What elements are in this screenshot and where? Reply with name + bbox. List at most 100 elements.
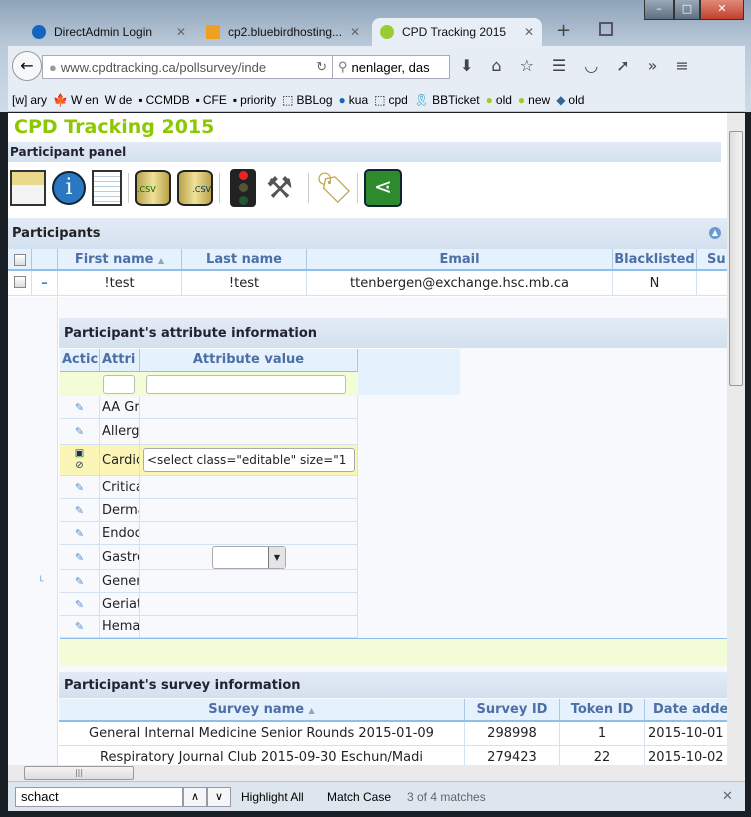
column-blacklisted[interactable]: Blacklisted — [613, 249, 697, 269]
attribute-value-editor[interactable]: <select class="editable" size="1 — [143, 448, 355, 472]
bookmark-star-icon[interactable]: ☆ — [520, 56, 552, 75]
bookmark[interactable]: W de — [105, 93, 133, 107]
attribute-row[interactable]: ✎ Geriat — [60, 593, 358, 616]
maximize-button[interactable]: □ — [674, 0, 700, 20]
overflow-icon[interactable]: » — [648, 56, 676, 75]
find-previous-button[interactable]: ∧ — [183, 787, 207, 807]
close-window-button[interactable]: ✕ — [700, 0, 744, 20]
attribute-select[interactable]: ▼ — [212, 546, 286, 569]
attribute-row[interactable]: ✎ Gener — [60, 570, 358, 593]
attribute-row[interactable]: ✎ AA Gr — [60, 396, 358, 419]
tag-icon[interactable]: 🏷 — [315, 171, 353, 206]
edit-icon[interactable]: ✎ — [60, 476, 100, 498]
table-row[interactable]: Respiratory Journal Club 2015-09-30 Esch… — [59, 746, 727, 765]
scroll-thumb[interactable] — [729, 131, 743, 386]
bookmark[interactable]: ● new — [518, 93, 550, 107]
export-csv-icon[interactable]: .CSV — [177, 170, 213, 206]
download-icon[interactable]: ⬇ — [460, 56, 491, 75]
back-button[interactable]: ← — [12, 51, 42, 81]
reload-icon[interactable]: ↻ — [316, 59, 327, 75]
vertical-scrollbar[interactable] — [727, 113, 745, 765]
reading-list-icon[interactable]: ☰ — [552, 56, 584, 75]
edit-icon[interactable]: ✎ — [60, 593, 100, 615]
column-survey-name[interactable]: Survey name ▲ — [59, 699, 465, 720]
table-row[interactable]: – !test !test ttenbergen@exchange.hsc.mb… — [8, 271, 727, 296]
new-tab-button[interactable]: + — [556, 20, 571, 41]
attribute-value[interactable]: <select class="editable" size="1 — [140, 445, 358, 475]
find-input[interactable]: schact — [15, 787, 183, 807]
close-icon[interactable]: ✕ — [524, 25, 534, 39]
cancel-icon[interactable]: ⊘ — [75, 460, 83, 471]
value-filter-input[interactable] — [146, 375, 346, 394]
bookmark[interactable]: ▪ priority — [233, 93, 276, 107]
scroll-thumb[interactable]: ||| — [24, 766, 134, 780]
info-icon[interactable]: i — [52, 171, 86, 205]
column-date-added[interactable]: Date adde — [645, 699, 727, 720]
share-icon[interactable]: ⋖ — [364, 169, 402, 207]
edit-icon[interactable]: ✎ — [60, 616, 100, 637]
close-find-icon[interactable]: ✕ — [722, 788, 733, 804]
edit-icon[interactable]: ✎ — [60, 499, 100, 521]
bookmark[interactable]: ⬚ BBLog — [282, 93, 332, 107]
select-all-checkbox[interactable] — [8, 249, 32, 269]
bookmark[interactable]: ● old — [486, 93, 512, 107]
column-attribute-value[interactable]: Attribute value — [140, 349, 358, 371]
toolbar-icons[interactable]: ⬇⌂☆☰◡➚»≡ — [460, 56, 707, 75]
column-action[interactable]: Actic — [60, 349, 100, 371]
chevron-down-icon[interactable]: ▼ — [268, 547, 285, 568]
edit-icon[interactable]: ✎ — [60, 545, 100, 569]
column-token-id[interactable]: Token ID — [560, 699, 645, 720]
save-icon[interactable]: ▣ — [75, 448, 84, 459]
edit-icon[interactable]: ✎ — [60, 570, 100, 592]
close-icon[interactable]: ✕ — [350, 25, 360, 39]
bookmark[interactable]: ▪ CCMDB — [138, 93, 189, 107]
attribute-filter-input[interactable] — [103, 375, 135, 394]
traffic-light-icon[interactable] — [230, 169, 256, 207]
minimize-button[interactable]: – — [644, 0, 674, 20]
attribute-row[interactable]: ▣ ⊘ Cardic <select class="editable" size="1 — [60, 445, 358, 476]
close-icon[interactable]: ✕ — [176, 25, 186, 39]
column-email[interactable]: Email — [307, 249, 613, 269]
url-bar[interactable]: ● www.cpdtracking.ca/pollsurvey/inde ↻ — [42, 55, 334, 79]
attribute-row[interactable]: ✎ Endoc — [60, 522, 358, 545]
bookmark[interactable]: [w] ary — [12, 93, 47, 107]
bookmark[interactable]: ▪ CFE — [196, 93, 227, 107]
column-first-name[interactable]: First name ▲ — [58, 249, 182, 269]
send-icon[interactable]: ➚ — [616, 56, 647, 75]
attribute-row[interactable]: ✎Derma — [60, 499, 358, 522]
collapse-row-icon[interactable]: – — [32, 271, 58, 295]
column-survey[interactable]: Su — [697, 249, 727, 269]
find-next-button[interactable]: ∨ — [207, 787, 231, 807]
bookmark[interactable]: ◆ old — [556, 93, 584, 107]
edit-icon[interactable]: ✎ — [60, 396, 100, 418]
menu-icon[interactable]: ≡ — [675, 56, 706, 75]
match-case-button[interactable]: Match Case — [327, 790, 391, 804]
column-last-name[interactable]: Last name — [182, 249, 307, 269]
attribute-row[interactable]: ✎Gastro ▼ — [60, 545, 358, 570]
highlight-all-button[interactable]: Highlight All — [241, 790, 304, 804]
collapse-icon[interactable]: ▲ — [709, 227, 721, 239]
attribute-row[interactable]: ✎ Critica — [60, 476, 358, 499]
edit-icon[interactable]: ✎ — [60, 522, 100, 544]
save-cancel-icons[interactable]: ▣ ⊘ — [60, 445, 100, 475]
home-icon[interactable]: ⌂ — [491, 56, 519, 75]
row-checkbox[interactable] — [8, 271, 32, 295]
edit-icon[interactable]: ✎ — [60, 419, 100, 444]
column-survey-id[interactable]: Survey ID — [465, 699, 560, 720]
tools-icon[interactable]: ⚒ — [266, 171, 302, 206]
bookmark[interactable]: 🎗 BBTicket — [414, 93, 480, 107]
attribute-value[interactable]: ▼ — [140, 545, 358, 569]
pocket-icon[interactable]: ◡ — [584, 56, 616, 75]
attribute-row[interactable]: ✎ Allerg — [60, 419, 358, 445]
tab-directadmin[interactable]: DirectAdmin Login ✕ — [24, 18, 194, 46]
bookmark[interactable]: ● kua — [339, 93, 369, 107]
horizontal-scrollbar[interactable]: ||| — [8, 765, 745, 781]
import-csv-icon[interactable]: .CSV — [135, 170, 171, 206]
tab-groups-icon[interactable] — [599, 22, 613, 36]
document-icon[interactable] — [92, 170, 122, 206]
column-attribute[interactable]: Attri — [100, 349, 140, 371]
attribute-row[interactable]: ✎ Hema — [60, 616, 358, 638]
bookmark[interactable]: ⬚ cpd — [374, 93, 408, 107]
home-icon[interactable] — [10, 170, 46, 206]
tab-cp2[interactable]: cp2.bluebirdhosting... ✕ — [198, 18, 368, 46]
